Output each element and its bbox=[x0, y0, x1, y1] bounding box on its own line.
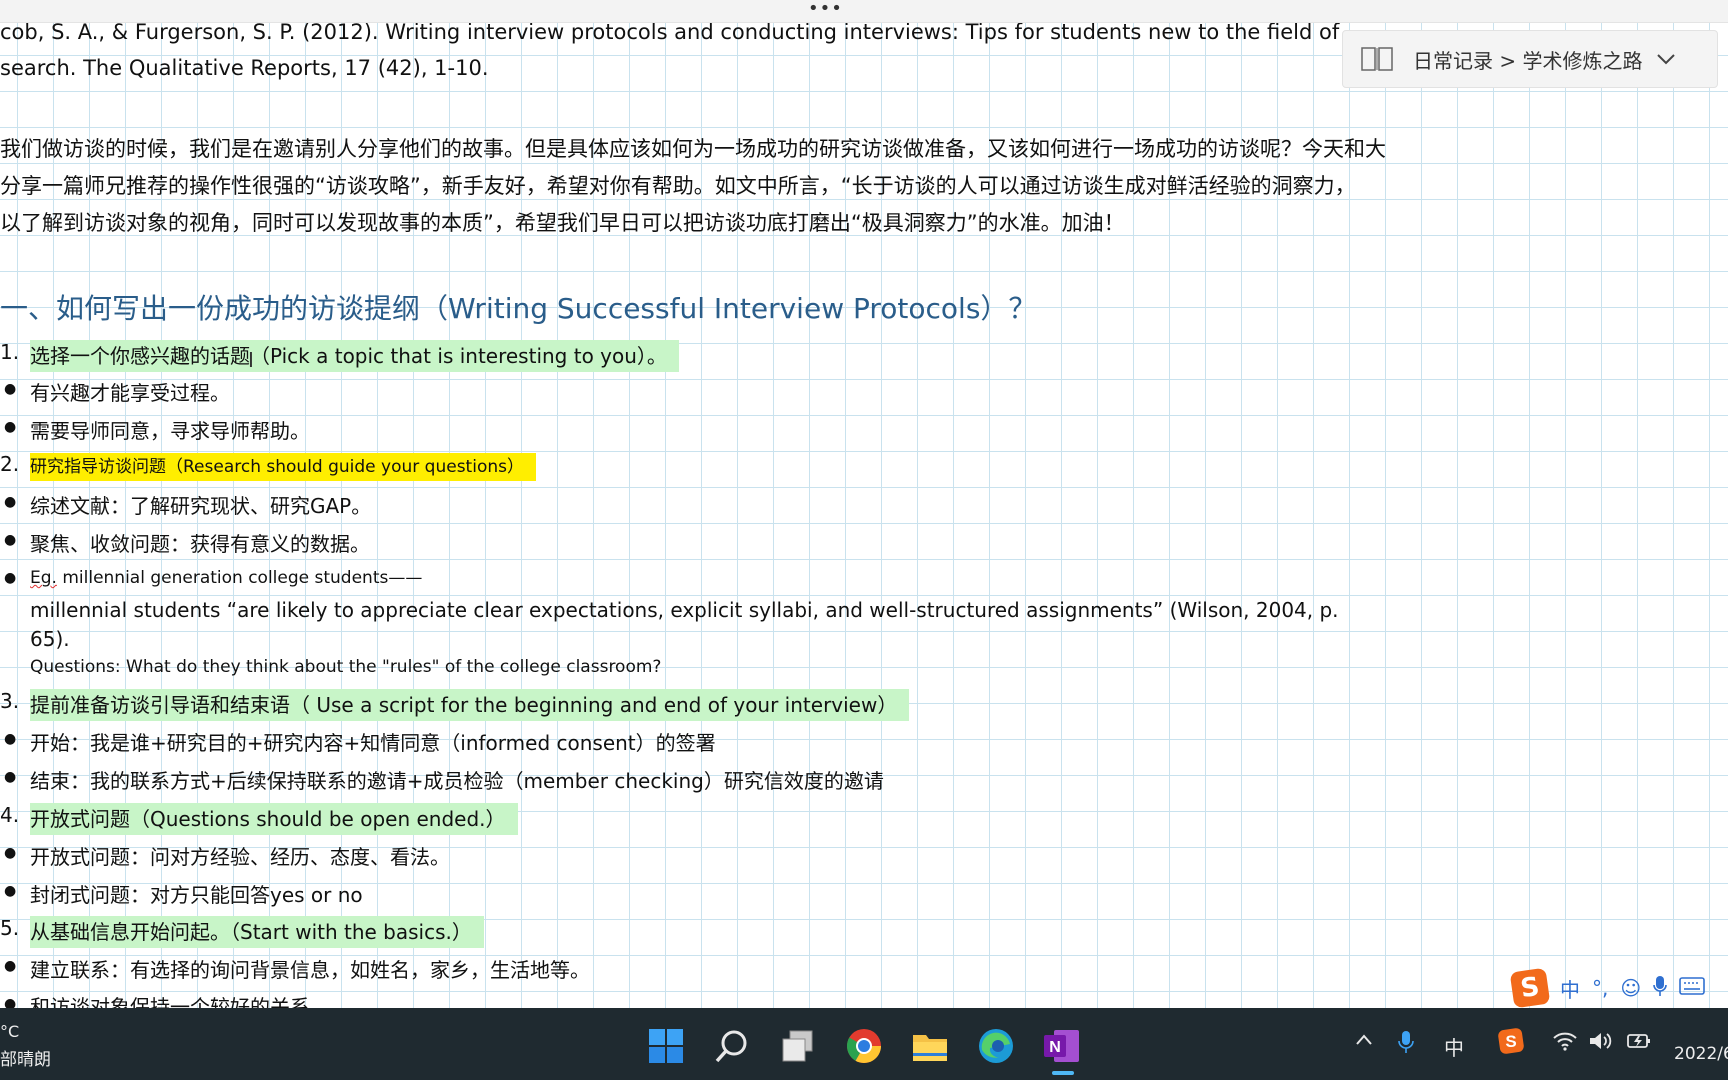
list-bullet: 开放式问题：问对方经验、经历、态度、看法。 bbox=[30, 845, 450, 869]
list-item-4: 开放式问题（Questions should be open ended.） bbox=[30, 803, 518, 835]
bullet-dot: ● bbox=[4, 996, 17, 1008]
svg-text:S: S bbox=[1505, 1032, 1516, 1051]
keyboard-icon[interactable] bbox=[1679, 976, 1706, 1000]
notebook-icon bbox=[1361, 47, 1393, 71]
list-bullet: 建立联系：有选择的询问背景信息，如姓名，家乡，生活地等。 bbox=[30, 958, 590, 982]
chrome-icon[interactable] bbox=[844, 1026, 884, 1066]
taskbar-clock[interactable]: 2022/6 bbox=[1674, 1044, 1728, 1064]
list-bullet: 封闭式问题：对方只能回答yes or no bbox=[30, 883, 363, 907]
wifi-icon[interactable] bbox=[1552, 1030, 1578, 1057]
bullet-dot: ● bbox=[4, 570, 17, 586]
intro-line-3: 以了解到访谈对象的视角，同时可以发现故事的本质”，希望我们早日可以把访谈功底打磨… bbox=[0, 211, 1125, 235]
notebook-breadcrumb[interactable]: 日常记录 > 学术修炼之路 bbox=[1342, 30, 1718, 88]
list-item-4-label: 开放式问题（Questions should be open ended.） bbox=[30, 803, 518, 835]
quote-line-2: 65). bbox=[30, 627, 70, 651]
text-cursor-icon: I bbox=[248, 348, 254, 372]
active-app-indicator bbox=[1052, 1071, 1074, 1075]
list-bullet: 开始：我是谁+研究目的+研究内容+知情同意（informed consent）的… bbox=[30, 731, 716, 755]
list-item-5: 从基础信息开始问起。（Start with the basics.） bbox=[30, 916, 484, 948]
list-item-1-label: 选择一个你感兴趣的话题（Pick a topic that is interes… bbox=[30, 340, 679, 372]
svg-text:N: N bbox=[1049, 1039, 1061, 1056]
bullet-dot: ● bbox=[4, 532, 17, 548]
list-bullet: 有兴趣才能享受过程。 bbox=[30, 381, 230, 405]
ime-indicator[interactable]: 中 bbox=[1444, 1032, 1464, 1061]
note-canvas[interactable]: ••• cob, S. A., & Furgerson, S. P. (2012… bbox=[0, 0, 1728, 1008]
list-number: 1. bbox=[0, 340, 20, 364]
section-heading: 一、如何写出一份成功的访谈提纲（Writing Successful Inter… bbox=[0, 292, 1037, 325]
ime-punct[interactable]: °, bbox=[1592, 976, 1608, 1000]
ime-toolbar[interactable]: S 中 °, ☺ bbox=[1509, 966, 1728, 1010]
bullet-dot: ● bbox=[4, 381, 17, 397]
breadcrumb-section[interactable]: 学术修炼之路 bbox=[1522, 49, 1642, 73]
breadcrumb-notebook[interactable]: 日常记录 bbox=[1413, 49, 1493, 73]
bullet-dot: ● bbox=[4, 731, 17, 747]
mic-icon[interactable] bbox=[1653, 975, 1668, 1002]
list-bullet-example: Eg. millennial generation college studen… bbox=[30, 568, 422, 588]
title-bar: ••• bbox=[0, 0, 1728, 23]
bullet-dot: ● bbox=[4, 845, 17, 861]
list-item-2-label: 研究指导访谈问题（Research should guide your ques… bbox=[30, 453, 536, 481]
edge-icon[interactable] bbox=[976, 1026, 1016, 1066]
bullet-dot: ● bbox=[4, 958, 17, 974]
list-item-3: 提前准备访谈引导语和结束语（ Use a script for the begi… bbox=[30, 689, 910, 721]
reference-line-1: cob, S. A., & Furgerson, S. P. (2012). W… bbox=[0, 20, 1340, 44]
intro-line-1: 我们做访谈的时候，我们是在邀请别人分享他们的故事。但是具体应该如何为一场成功的研… bbox=[0, 137, 1386, 161]
more-icon[interactable]: ••• bbox=[808, 0, 842, 22]
list-number: 2. bbox=[0, 452, 20, 476]
list-bullet: 综述文献：了解研究现状、研究GAP。 bbox=[30, 494, 372, 518]
list-bullet: 结束：我的联系方式+后续保持联系的邀请+成员检验（member checking… bbox=[30, 769, 884, 793]
start-icon[interactable] bbox=[646, 1026, 686, 1066]
onenote-icon[interactable]: N bbox=[1042, 1026, 1082, 1066]
list-bullet: 聚焦、收敛问题：获得有意义的数据。 bbox=[30, 532, 370, 556]
sogou-ime-icon[interactable]: S bbox=[1498, 1028, 1524, 1059]
bullet-dot: ● bbox=[4, 419, 17, 435]
sogou-ime-icon[interactable]: S bbox=[1509, 967, 1551, 1009]
weather-temperature[interactable]: °C bbox=[0, 1022, 19, 1041]
list-item-2: 研究指导访谈问题（Research should guide your ques… bbox=[30, 452, 536, 481]
question-line: Questions: What do they think about the … bbox=[30, 657, 662, 677]
file-explorer-icon[interactable] bbox=[910, 1026, 950, 1066]
bullet-dot: ● bbox=[4, 494, 17, 510]
emoji-icon[interactable]: ☺ bbox=[1620, 976, 1641, 1000]
spelling-error[interactable]: Eg. bbox=[30, 568, 57, 588]
chevron-down-icon[interactable] bbox=[1656, 49, 1676, 70]
example-text: millennial generation college students—— bbox=[56, 568, 423, 588]
list-number: 4. bbox=[0, 803, 20, 827]
ime-mode[interactable]: 中 bbox=[1560, 974, 1580, 1003]
list-item-3-label: 提前准备访谈引导语和结束语（ Use a script for the begi… bbox=[30, 689, 910, 721]
list-item-5-label: 从基础信息开始问起。（Start with the basics.） bbox=[30, 916, 484, 948]
mic-icon[interactable] bbox=[1398, 1030, 1414, 1059]
reference-line-2: search. The Qualitative Reports, 17 (42)… bbox=[0, 56, 489, 80]
list-number: 5. bbox=[0, 916, 20, 940]
task-view-icon[interactable] bbox=[778, 1026, 818, 1066]
weather-description[interactable]: 部晴朗 bbox=[0, 1045, 51, 1070]
breadcrumb-text: 日常记录 > 学术修炼之路 bbox=[1413, 45, 1642, 74]
quote-line-1: millennial students “are likely to appre… bbox=[30, 598, 1339, 622]
battery-icon[interactable] bbox=[1626, 1030, 1652, 1057]
intro-line-2: 分享一篇师兄推荐的操作性很强的“访谈攻略”，新手友好，希望对你有帮助。如文中所言… bbox=[0, 174, 1356, 198]
list-number: 3. bbox=[0, 689, 20, 713]
list-bullet: 需要导师同意，寻求导师帮助。 bbox=[30, 419, 310, 443]
breadcrumb-separator: > bbox=[1499, 48, 1517, 73]
chevron-up-icon[interactable] bbox=[1354, 1030, 1374, 1055]
list-bullet: 和访谈对象保持一个较好的关系。 bbox=[30, 995, 330, 1008]
volume-icon[interactable] bbox=[1588, 1030, 1612, 1057]
bullet-dot: ● bbox=[4, 769, 17, 785]
list-item-1: 选择一个你感兴趣的话题（Pick a topic that is interes… bbox=[30, 340, 679, 372]
search-icon[interactable] bbox=[712, 1026, 752, 1066]
bullet-dot: ● bbox=[4, 883, 17, 899]
